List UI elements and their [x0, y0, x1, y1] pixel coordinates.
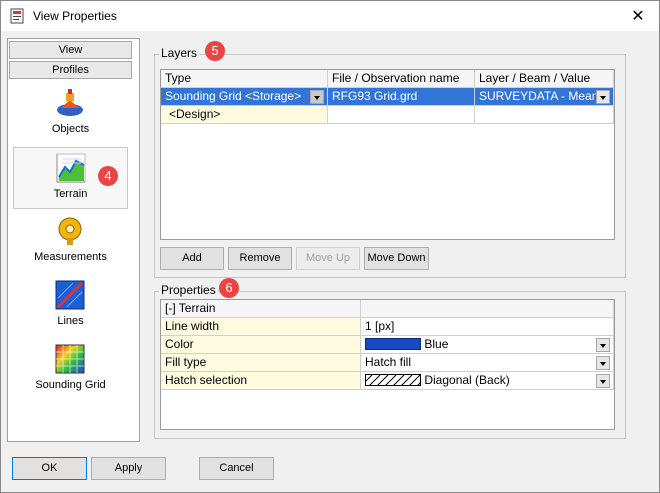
layer-value-dropdown[interactable] [596, 90, 610, 104]
callout-badge-4: 4 [98, 166, 118, 186]
sidebar-item-lines[interactable]: Lines [13, 275, 128, 337]
layer-type-dropdown[interactable] [310, 90, 324, 104]
section-header-spacer [361, 300, 614, 318]
design-row-file[interactable] [328, 106, 475, 124]
hatch-dropdown[interactable] [596, 374, 610, 388]
cancel-button[interactable]: Cancel [199, 457, 274, 480]
remove-button[interactable]: Remove [228, 247, 292, 270]
hatch-pattern-swatch [361, 373, 430, 387]
prop-value-line-width[interactable]: 1 [px] [361, 318, 614, 336]
column-header-layer[interactable]: Layer / Beam / Value [475, 70, 614, 88]
move-down-button[interactable]: Move Down [364, 247, 429, 270]
category-sidebar: View Profiles Objects Terrain 4 Measurem… [7, 38, 140, 442]
objects-icon [57, 89, 83, 116]
ok-button[interactable]: OK [12, 457, 87, 480]
prop-name-color: Color [161, 336, 361, 354]
callout-badge-6: 6 [219, 278, 239, 298]
sidebar-item-label: Measurements [34, 251, 107, 263]
column-header-file[interactable]: File / Observation name [328, 70, 475, 88]
lines-icon [55, 280, 85, 310]
title-bar: View Properties ✕ [1, 1, 659, 31]
sidebar-item-label: Lines [57, 315, 84, 327]
sidebar-item-sounding-grid[interactable]: Sounding Grid [13, 339, 128, 401]
fill-type-dropdown[interactable] [596, 356, 610, 370]
section-terrain-toggle[interactable]: [-] Terrain [161, 300, 361, 318]
hatch-value-text: Diagonal (Back) [424, 373, 510, 387]
callout-badge-5: 5 [205, 41, 225, 61]
color-dropdown[interactable] [596, 338, 610, 352]
layer-file-cell[interactable]: RFG93 Grid.grd [328, 88, 475, 106]
sidebar-tab-view[interactable]: View [9, 41, 132, 59]
sidebar-item-label: Objects [51, 123, 90, 135]
measurements-icon [58, 217, 82, 245]
sidebar-item-label: Terrain [53, 188, 88, 200]
view-properties-window: View Properties ✕ View Profiles Objects [0, 0, 660, 493]
prop-value-hatch-selection[interactable]: Diagonal (Back) [361, 372, 614, 390]
sidebar-item-label: Sounding Grid [35, 379, 106, 391]
apply-button[interactable]: Apply [91, 457, 166, 480]
prop-name-line-width: Line width [161, 318, 361, 336]
layer-type-cell[interactable]: Sounding Grid <Storage> [161, 88, 328, 106]
prop-name-hatch-selection: Hatch selection [161, 372, 361, 390]
sounding-grid-icon [55, 344, 85, 374]
design-row-layer[interactable] [475, 106, 614, 124]
terrain-icon [56, 153, 86, 183]
prop-value-fill-type[interactable]: Hatch fill [361, 354, 614, 372]
prop-name-fill-type: Fill type [161, 354, 361, 372]
layer-value-text: SURVEYDATA - Mean [479, 89, 599, 103]
add-button[interactable]: Add [160, 247, 224, 270]
layers-group-title: Layers [159, 46, 200, 60]
move-up-button[interactable]: Move Up [296, 247, 360, 270]
layer-value-cell[interactable]: SURVEYDATA - Mean [475, 88, 614, 106]
window-title: View Properties [33, 9, 117, 23]
prop-value-color[interactable]: Blue [361, 336, 614, 354]
close-button[interactable]: ✕ [617, 1, 659, 31]
sidebar-item-measurements[interactable]: Measurements [13, 211, 128, 273]
properties-group-title: Properties [159, 283, 218, 297]
column-header-type[interactable]: Type [161, 70, 328, 88]
layers-grid: Type File / Observation name Layer / Bea… [160, 69, 615, 240]
color-value-text: Blue [424, 337, 449, 351]
sidebar-tab-profiles[interactable]: Profiles [9, 61, 132, 79]
sidebar-item-objects[interactable]: Objects [13, 83, 128, 145]
design-row-type[interactable]: <Design> [161, 106, 328, 124]
app-icon [10, 8, 24, 24]
fill-type-value-text: Hatch fill [365, 355, 412, 369]
color-swatch [365, 338, 421, 350]
properties-grid: [-] Terrain Line width 1 [px] Color Blue… [160, 299, 615, 430]
layer-type-value: Sounding Grid <Storage> [165, 89, 302, 103]
